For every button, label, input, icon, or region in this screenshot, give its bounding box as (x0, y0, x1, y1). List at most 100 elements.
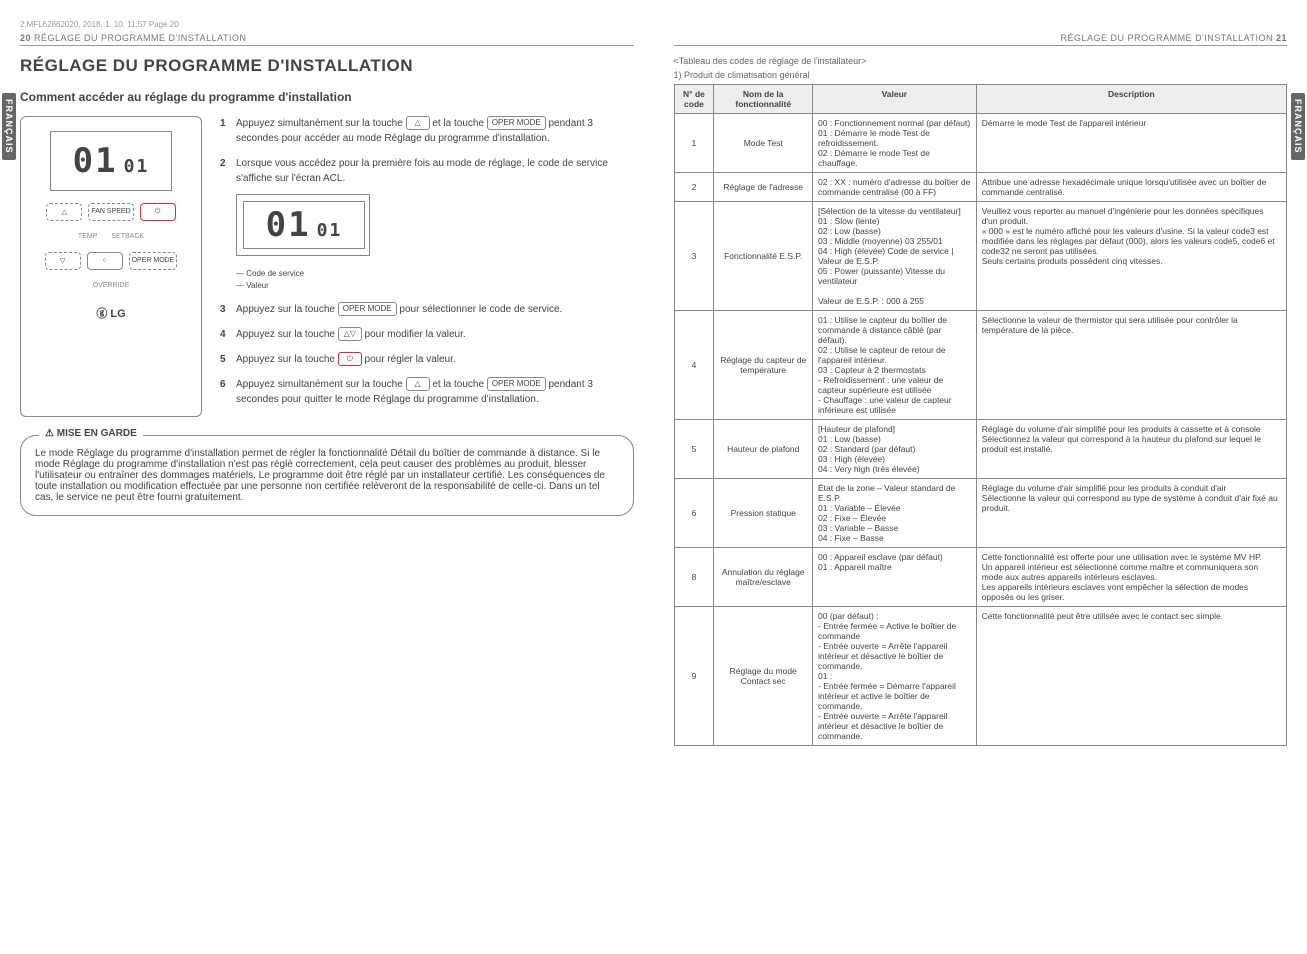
left-page: FRANÇAIS 20 RÉGLAGE DU PROGRAMME D'INSTA… (20, 33, 634, 746)
table-caption: <Tableau des codes de réglage de l'insta… (674, 56, 1288, 66)
right-header: RÉGLAGE DU PROGRAMME D'INSTALLATION 21 (674, 33, 1288, 46)
step-2-text: Lorsque vous accédez pour la première fo… (236, 158, 608, 184)
step-4: Appuyez sur la touche △▽ pour modifier l… (220, 327, 634, 342)
print-header: 2,MFL62862020, 2018. 1. 10. 11:57 Page 2… (20, 20, 1287, 29)
right-header-text: RÉGLAGE DU PROGRAMME D'INSTALLATION (1061, 33, 1273, 43)
lg-logo: ⓖ LG (96, 305, 125, 321)
btn-circle: ○ (87, 252, 123, 270)
cell-value: 00 (par défaut) : - Entrée fermée = Acti… (813, 607, 977, 746)
page-title: RÉGLAGE DU PROGRAMME D'INSTALLATION (20, 56, 634, 76)
mini-lcd: 01 01 (236, 194, 370, 256)
table-row: 3Fonctionnalité E.S.P.[Sélection de la v… (674, 202, 1287, 311)
steps: Appuyez simultanément sur la touche △ et… (220, 116, 634, 417)
label-temp: TEMP (78, 233, 97, 240)
cell-value: [Hauteur de plafond] 01 : Low (basse) 02… (813, 420, 977, 479)
table-header-row: N° de code Nom de la fonctionnalité Vale… (674, 85, 1287, 114)
right-page: FRANÇAIS RÉGLAGE DU PROGRAMME D'INSTALLA… (674, 33, 1288, 746)
cell-desc: Réglage du volume d'air simplifié pour l… (976, 420, 1286, 479)
cell-name: Pression statique (714, 479, 813, 548)
key-up-icon: △ (406, 116, 430, 130)
label-setback: SETBACK (111, 233, 144, 240)
step-6: Appuyez simultanément sur la touche △ et… (220, 377, 634, 407)
key-up-icon-2: △ (406, 377, 430, 391)
lcd-big: 01 (73, 141, 118, 181)
step-3-b: pour sélectionner le code de service. (399, 304, 562, 315)
cell-value: État de la zone – Valeur standard de E.S… (813, 479, 977, 548)
step-5: Appuyez sur la touche ⏻ pour régler la v… (220, 352, 634, 367)
cell-code: 4 (674, 311, 714, 420)
cell-desc: Veuillez vous reporter au manuel d'ingén… (976, 202, 1286, 311)
intro-row: 01 01 △ FAN SPEED ⏻ TEMP SETBACK ▽ ○ OPER… (20, 116, 634, 417)
btn-down: ▽ (45, 252, 81, 270)
section-title: Comment accéder au réglage du programme … (20, 90, 634, 104)
lang-tab-right: FRANÇAIS (1291, 93, 1305, 160)
btn-up: △ (46, 203, 82, 221)
cell-name: Réglage du mode Contact sec (714, 607, 813, 746)
th-value: Valeur (813, 85, 977, 114)
step-4-a: Appuyez sur la touche (236, 329, 338, 340)
step-3: Appuyez sur la touche OPER MODE pour sél… (220, 302, 634, 317)
key-mode-icon: OPER MODE (487, 116, 546, 130)
step-4-b: pour modifier la valeur. (365, 329, 466, 340)
btn-oper-mode: OPER MODE (129, 252, 178, 270)
cell-code: 6 (674, 479, 714, 548)
step-5-b: pour régler la valeur. (365, 354, 456, 365)
remote-illustration: 0101 △ FAN SPEED ⏻ TEMP SETBACK ▽ ○ OPER… (20, 116, 202, 417)
lcd-digits: 01 01 (73, 141, 150, 181)
lcd-small: 01 (124, 156, 150, 177)
cell-code: 5 (674, 420, 714, 479)
cell-value: 00 : Appareil esclave (par défaut) 01 : … (813, 548, 977, 607)
table-row: 2Réglage de l'adresse02 : XX : numéro d'… (674, 173, 1287, 202)
table-row: 8Annulation du réglage maître/esclave00 … (674, 548, 1287, 607)
cell-name: Hauteur de plafond (714, 420, 813, 479)
cell-name: Réglage du capteur de température (714, 311, 813, 420)
step-1-a: Appuyez simultanément sur la touche (236, 118, 406, 129)
cell-code: 3 (674, 202, 714, 311)
cell-desc: Sélectionne la valeur de thermistor qui … (976, 311, 1286, 420)
th-desc: Description (976, 85, 1286, 114)
cell-name: Annulation du réglage maître/esclave (714, 548, 813, 607)
cell-value: 00 : Fonctionnement normal (par défaut) … (813, 114, 977, 173)
btn-fan-speed: FAN SPEED (88, 203, 133, 221)
table-row: 5Hauteur de plafond[Hauteur de plafond] … (674, 420, 1287, 479)
cell-code: 1 (674, 114, 714, 173)
key-updown-icon: △▽ (338, 327, 362, 341)
table-subcaption: 1) Produit de climatisation général (674, 70, 1288, 80)
cell-desc: Démarre le mode Test de l'appareil intér… (976, 114, 1286, 173)
cell-name: Mode Test (714, 114, 813, 173)
key-mode-icon-3: OPER MODE (487, 377, 546, 391)
left-header: 20 RÉGLAGE DU PROGRAMME D'INSTALLATION (20, 33, 634, 46)
step-3-a: Appuyez sur la touche (236, 304, 338, 315)
step-1-b: et la touche (432, 118, 486, 129)
table-row: 4Réglage du capteur de température01 : U… (674, 311, 1287, 420)
mini-label-code: — Code de service (236, 268, 634, 280)
cell-name: Réglage de l'adresse (714, 173, 813, 202)
left-page-num: 20 (20, 33, 31, 43)
warning-body: Le mode Réglage du programme d'installat… (35, 448, 619, 503)
step-1: Appuyez simultanément sur la touche △ et… (220, 116, 634, 146)
mini-big: 01 (266, 205, 311, 245)
th-code: N° de code (674, 85, 714, 114)
cell-name: Fonctionnalité E.S.P. (714, 202, 813, 311)
left-header-text: RÉGLAGE DU PROGRAMME D'INSTALLATION (34, 33, 246, 43)
mini-small: 01 (317, 220, 343, 241)
key-power-icon: ⏻ (338, 352, 362, 366)
cell-code: 8 (674, 548, 714, 607)
cell-value: 02 : XX : numéro d'adresse du boîtier de… (813, 173, 977, 202)
step-2: Lorsque vous accédez pour la première fo… (220, 156, 634, 292)
right-page-num: 21 (1276, 33, 1287, 43)
step-6-a: Appuyez simultanément sur la touche (236, 379, 406, 390)
cell-value: 01 : Utilise le capteur du boîtier de co… (813, 311, 977, 420)
remote-lcd: 01 01 (50, 131, 172, 191)
key-mode-icon-2: OPER MODE (338, 302, 397, 316)
cell-desc: Cette fonctionnalité peut être utilisée … (976, 607, 1286, 746)
label-override: OVERRIDE (93, 282, 130, 289)
table-row: 9Réglage du mode Contact sec00 (par défa… (674, 607, 1287, 746)
cell-value: [Sélection de la vitesse du ventilateur]… (813, 202, 977, 311)
table-row: 1Mode Test00 : Fonctionnement normal (pa… (674, 114, 1287, 173)
lang-tab-left: FRANÇAIS (2, 93, 16, 160)
warning-box: MISE EN GARDE Le mode Réglage du program… (20, 435, 634, 516)
table-row: 6Pression statiqueÉtat de la zone – Vale… (674, 479, 1287, 548)
step-5-a: Appuyez sur la touche (236, 354, 338, 365)
cell-desc: Cette fonctionnalité est offerte pour un… (976, 548, 1286, 607)
